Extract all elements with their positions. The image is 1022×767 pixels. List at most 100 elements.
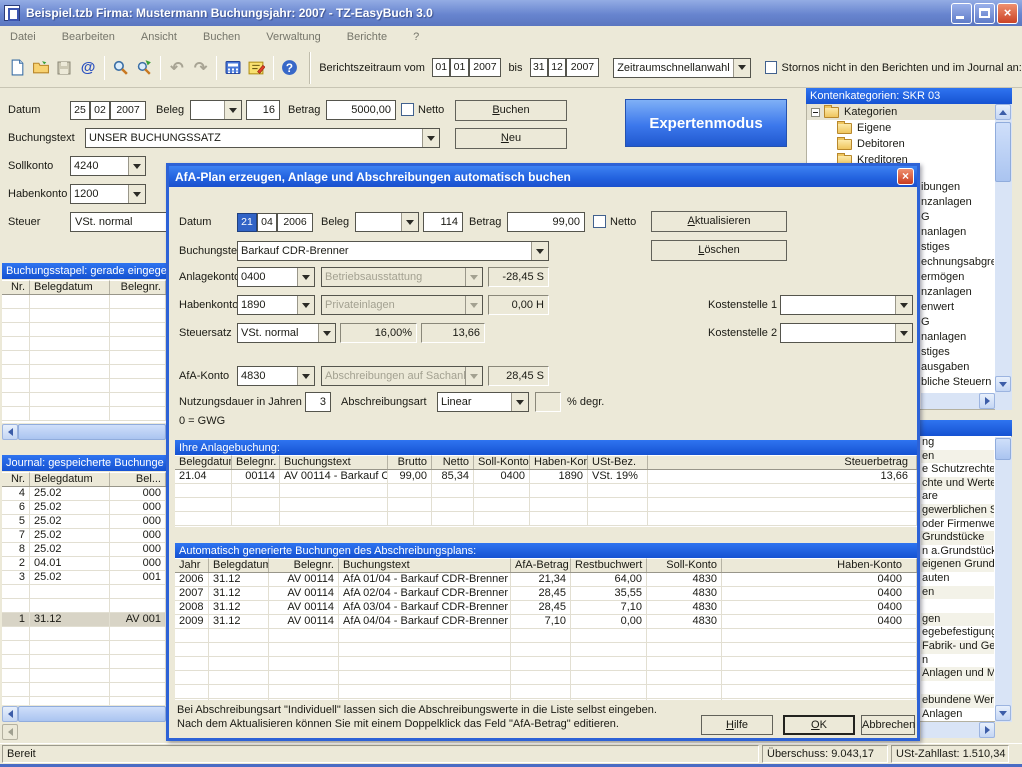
search-refresh-icon[interactable] — [134, 57, 156, 79]
period-from-day[interactable]: 01 — [432, 58, 450, 77]
scroll-up-icon[interactable] — [995, 104, 1011, 120]
table-row[interactable] — [2, 393, 166, 407]
table-row[interactable] — [2, 669, 166, 683]
list-item[interactable]: nzanlagen — [921, 195, 994, 210]
chevron-down-icon[interactable] — [128, 157, 145, 175]
betrag-field[interactable]: 5000,00 — [326, 100, 396, 120]
period-to-year[interactable]: 2007 — [566, 58, 599, 77]
datum-month[interactable]: 02 — [90, 101, 110, 120]
column-header[interactable]: Buchungstext — [280, 455, 388, 469]
list-item[interactable]: n a.Grundstücke — [921, 545, 994, 559]
undo-icon[interactable]: ↶ — [166, 57, 188, 79]
tree-hscrollbar[interactable] — [921, 393, 995, 409]
datum-year[interactable]: 2007 — [110, 101, 146, 120]
table-row[interactable] — [2, 295, 166, 309]
list-item[interactable]: en — [921, 450, 994, 464]
chevron-down-icon[interactable] — [733, 59, 750, 77]
table-row[interactable] — [2, 655, 166, 669]
quick-select-combo[interactable]: Zeitraumschnellanwahl — [613, 58, 751, 78]
loeschen-button[interactable]: Löschen — [651, 240, 787, 261]
chevron-down-icon[interactable] — [531, 242, 548, 260]
table-row[interactable]: 425.02000 — [2, 487, 166, 501]
table-row[interactable]: 200831.12AV 00114AfA 03/04 - Barkauf CDR… — [175, 601, 917, 615]
tree-item-eigene[interactable]: Eigene — [807, 120, 1011, 136]
column-header[interactable]: Belegnr. — [110, 280, 166, 294]
dlg-datum-year[interactable]: 2006 — [277, 213, 313, 232]
habenkonto-combo[interactable]: 1200 — [70, 184, 146, 204]
list-item[interactable]: ebundene Werk: — [921, 694, 994, 708]
table-row[interactable]: 325.02001 — [2, 571, 166, 585]
aktualisieren-button[interactable]: Aktualisieren — [651, 211, 787, 232]
list-item[interactable]: Anlagen — [921, 708, 994, 722]
list-item[interactable]: ausgaben — [921, 360, 994, 375]
chevron-down-icon[interactable] — [401, 213, 418, 231]
edit-note-icon[interactable] — [246, 57, 268, 79]
search-icon[interactable] — [110, 57, 132, 79]
column-header[interactable]: Buchungstext — [339, 558, 511, 572]
list-item[interactable]: echnungsabgrer — [921, 255, 994, 270]
column-header[interactable]: Haben-Konto — [722, 558, 917, 572]
table-row[interactable] — [2, 365, 166, 379]
column-header[interactable]: Restbuchwert — [571, 558, 647, 572]
netto-checkbox[interactable] — [401, 103, 414, 116]
chevron-down-icon[interactable] — [297, 268, 314, 286]
table-row[interactable] — [2, 379, 166, 393]
list-item[interactable]: egebefestigunge — [921, 626, 994, 640]
dlg-datum-month[interactable]: 04 — [257, 213, 277, 232]
scroll-left-icon[interactable] — [2, 424, 18, 440]
table-row[interactable] — [2, 323, 166, 337]
dialog-close-button[interactable]: × — [897, 168, 914, 185]
table-row[interactable] — [2, 641, 166, 655]
column-header[interactable]: Brutto — [388, 455, 432, 469]
dlg-habenkonto-combo[interactable]: 1890 — [237, 295, 315, 315]
afakonto-combo[interactable]: 4830 — [237, 366, 315, 386]
table-row[interactable]: 625.02000 — [2, 501, 166, 515]
column-header[interactable]: Bel... — [110, 472, 166, 486]
dlg-beleg-combo[interactable] — [355, 212, 419, 232]
column-header[interactable]: Belegnr. — [269, 558, 339, 572]
list-item[interactable]: n — [921, 654, 994, 668]
period-from-month[interactable]: 01 — [450, 58, 468, 77]
list-item[interactable]: G — [921, 210, 994, 225]
list-item[interactable]: nanlagen — [921, 225, 994, 240]
list-item[interactable]: ibungen — [921, 180, 994, 195]
stornos-checkbox[interactable] — [765, 61, 777, 74]
table-row[interactable] — [2, 585, 166, 599]
list-item[interactable]: enwert — [921, 300, 994, 315]
list-item[interactable]: nzanlagen — [921, 285, 994, 300]
scroll-down-icon[interactable] — [995, 705, 1011, 721]
table-row[interactable] — [175, 629, 917, 643]
dlg-buchungstext-combo[interactable]: Barkauf CDR-Brenner — [237, 241, 549, 261]
column-header[interactable]: Netto — [432, 455, 474, 469]
chevron-down-icon[interactable] — [224, 101, 241, 119]
steuer-field[interactable]: VSt. normal — [70, 212, 178, 232]
list-item[interactable]: chte und Werte — [921, 477, 994, 491]
list-item[interactable]: auten — [921, 572, 994, 586]
chevron-down-icon[interactable] — [128, 185, 145, 203]
column-header[interactable]: Haben-Konto — [530, 455, 588, 469]
list-item[interactable]: are — [921, 490, 994, 504]
column-header[interactable]: Soll-Konto — [647, 558, 722, 572]
collapse-icon[interactable] — [811, 108, 820, 117]
table-row[interactable]: 525.02000 — [2, 515, 166, 529]
anlagekonto-combo[interactable]: 0400 — [237, 267, 315, 287]
nutzungsdauer-field[interactable]: 3 — [305, 392, 331, 412]
datum-day[interactable]: 25 — [70, 101, 90, 120]
list-item[interactable]: ng — [921, 436, 994, 450]
list-item[interactable]: Fabrik- und Gesc — [921, 640, 994, 654]
sollkonto-combo[interactable]: 4240 — [70, 156, 146, 176]
chevron-down-icon[interactable] — [895, 296, 912, 314]
scroll-down-icon[interactable] — [995, 376, 1011, 392]
chevron-down-icon[interactable] — [895, 324, 912, 342]
list-item[interactable]: eigenen Grundst — [921, 558, 994, 572]
period-from-year[interactable]: 2007 — [469, 58, 502, 77]
dlg-netto-checkbox[interactable] — [593, 215, 606, 228]
minimize-button[interactable] — [951, 3, 972, 24]
beleg-nr-field[interactable]: 16 — [246, 100, 280, 120]
table-row[interactable] — [175, 498, 917, 512]
list-hscrollbar[interactable] — [921, 722, 995, 738]
stapel-hscrollbar[interactable] — [2, 424, 166, 440]
list-vscrollbar[interactable] — [995, 437, 1012, 722]
scroll-right-icon[interactable] — [979, 393, 995, 409]
column-header[interactable]: AfA-Betrag — [511, 558, 571, 572]
